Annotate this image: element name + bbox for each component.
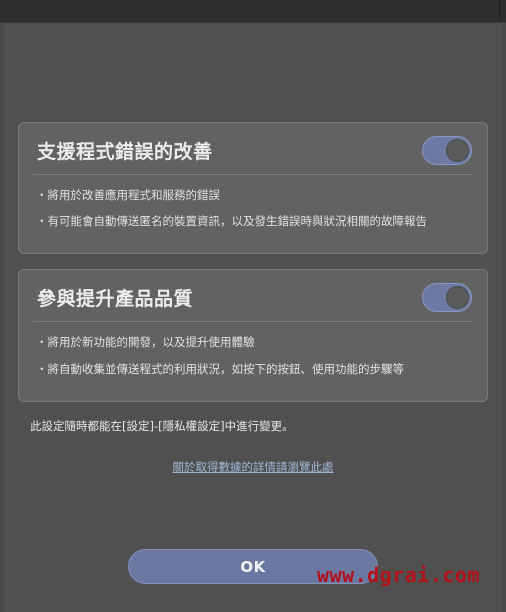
quality-improvement-card: 參與提升產品品質 ・將用於新功能的開發，以及提升使用體驗 ・將自動收集並傳送程式… [18, 269, 488, 402]
toggle-knob [446, 286, 469, 309]
bug-improvement-toggle[interactable] [422, 136, 472, 165]
quality-improvement-title: 參與提升產品品質 [37, 288, 194, 310]
toggle-knob [446, 139, 469, 162]
bug-improvement-title: 支援程式錯誤的改善 [37, 141, 213, 163]
bug-improvement-card: 支援程式錯誤的改善 ・將用於改善應用程式和服務的錯誤 ・有可能會自動傳送匿名的裝… [18, 122, 488, 254]
top-bar-edge [499, 0, 500, 22]
bug-improvement-bullet-1: ・將用於改善應用程式和服務的錯誤 [36, 188, 220, 202]
card-divider [33, 321, 473, 322]
quality-improvement-bullet-1: ・將用於新功能的開發，以及提升使用體驗 [36, 335, 255, 349]
quality-improvement-toggle[interactable] [422, 283, 472, 312]
watermark: www.dgrai.com [316, 563, 480, 587]
window-top-bar [0, 0, 506, 23]
settings-note: 此設定隨時都能在[設定]-[隱私權設定]中進行變更。 [30, 419, 294, 433]
card-divider [33, 174, 473, 175]
details-link[interactable]: 關於取得數據的詳情請瀏覽此處 [0, 459, 506, 475]
bug-improvement-bullet-2: ・有可能會自動傳送匿名的裝置資訊，以及發生錯誤時與狀況相關的故障報告 [36, 214, 427, 228]
quality-improvement-bullet-2: ・將自動收集並傳送程式的利用狀況，如按下的按鈕、使用功能的步驟等 [36, 362, 404, 376]
